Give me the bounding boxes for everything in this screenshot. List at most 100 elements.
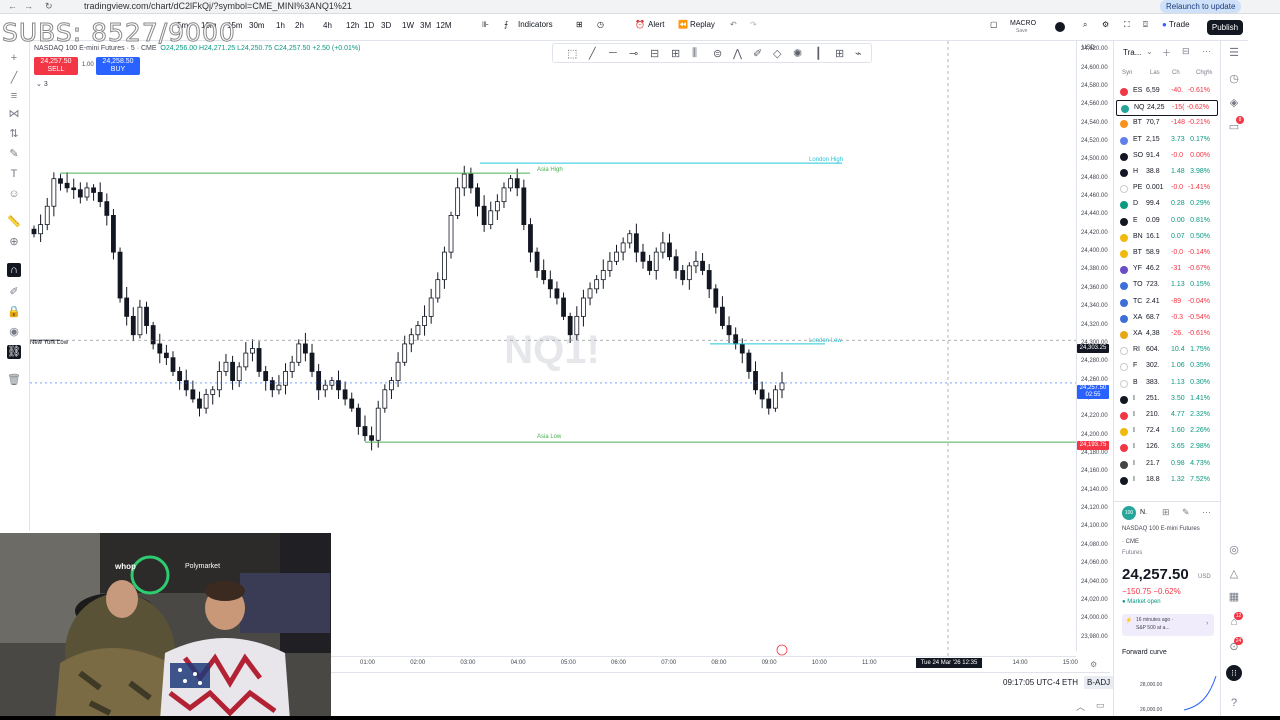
layout-name[interactable]: MACRO xyxy=(1010,20,1036,27)
brush-icon[interactable]: ✎ xyxy=(7,147,21,161)
watchlist-row[interactable]: SO 91.4 -0.0 0.00% xyxy=(1116,149,1218,165)
text-icon[interactable]: T xyxy=(7,167,21,181)
maximize-icon[interactable]: ▭ xyxy=(1096,700,1105,711)
calendar-icon[interactable]: ▦ xyxy=(1227,590,1241,604)
col-chg[interactable]: Ch xyxy=(1172,70,1180,76)
watchlist-row[interactable]: D 99.4 0.28 0.29% xyxy=(1116,197,1218,213)
help-icon[interactable]: ? xyxy=(1227,696,1241,710)
crosshair-icon[interactable]: + xyxy=(7,51,21,65)
indicators-icon[interactable]: ⨍ xyxy=(504,20,508,29)
settings-tool-icon[interactable]: ✺ xyxy=(793,47,802,60)
watchlist-title[interactable]: Tra... xyxy=(1123,48,1141,57)
timeframe-4h[interactable]: 4h xyxy=(323,21,332,30)
trade-button[interactable]: ● Trade xyxy=(1162,20,1190,29)
collapse-up-icon[interactable]: ︿ xyxy=(1076,700,1085,713)
indicators-button[interactable]: Indicators xyxy=(518,20,553,29)
search-icon[interactable]: ⌕ xyxy=(1083,20,1087,30)
watchlist-row[interactable]: XA 4,38 -26. -0.61% xyxy=(1116,327,1218,343)
reload-icon[interactable]: ↻ xyxy=(45,1,53,12)
watchlist-row[interactable]: I 72.4 1.60 2.26% xyxy=(1116,424,1218,440)
timeframe-30m[interactable]: 30m xyxy=(249,21,265,30)
alert-button[interactable]: Alert xyxy=(648,20,664,29)
alerts-clock-icon[interactable]: ◷ xyxy=(1227,72,1241,86)
trendline-icon[interactable]: ╱ xyxy=(7,71,21,85)
detail-layout-icon[interactable]: ⊞ xyxy=(1162,507,1170,518)
timeframe-12M[interactable]: 12M xyxy=(436,21,452,30)
url-field[interactable]: tradingview.com/chart/dC2lFkQj/?symbol=C… xyxy=(84,1,352,11)
ray-tool-icon[interactable]: ─ xyxy=(609,47,617,59)
replay-button[interactable]: Replay xyxy=(690,20,715,29)
watchlist-row[interactable]: H 38.8 1.48 3.98% xyxy=(1116,165,1218,181)
alarm-icon[interactable]: ⏰ xyxy=(635,20,645,29)
detail-more-icon[interactable]: ⋯ xyxy=(1202,507,1211,518)
watchlist-more-icon[interactable]: ⋯ xyxy=(1202,46,1211,57)
layout-icon[interactable]: ⊞ xyxy=(576,20,583,29)
redo-icon[interactable]: ↷ xyxy=(750,20,757,29)
arrow-tool-icon[interactable]: ⌁ xyxy=(855,47,862,60)
detail-edit-icon[interactable]: ✎ xyxy=(1182,507,1190,518)
add-symbol-icon[interactable]: ＋ xyxy=(1162,46,1171,59)
watchlist-row[interactable]: BT 70,7 -148 -0.21% xyxy=(1116,116,1218,132)
chart-type-icon[interactable]: ⊪ xyxy=(482,20,489,29)
pattern-icon[interactable]: ⋈ xyxy=(7,107,21,121)
watchlist-row[interactable]: I 210. 4.77 2.32% xyxy=(1116,408,1218,424)
alert-bell-icon[interactable]: ◷ xyxy=(597,20,604,29)
watchlist-row[interactable]: ET 2,15 3.73 0.17% xyxy=(1116,133,1218,149)
fib-tool-icon[interactable]: ⊞ xyxy=(671,47,680,60)
watchlist-layout-icon[interactable]: ⊟ xyxy=(1182,46,1190,57)
forward-curve-title[interactable]: Forward curve xyxy=(1122,649,1167,656)
watchlist-row[interactable]: I 251. 3.50 1.41% xyxy=(1116,392,1218,408)
detail-symbol[interactable]: N. xyxy=(1140,509,1147,516)
measure-tool-icon[interactable]: ⫼ xyxy=(692,47,697,60)
pattern-tool-icon[interactable]: ⋀ xyxy=(733,47,742,60)
eye-icon[interactable]: ◉ xyxy=(7,325,21,339)
zoom-icon[interactable]: ⊕ xyxy=(7,235,21,249)
watchlist-row[interactable]: I 18.8 1.32 7.52% xyxy=(1116,473,1218,489)
settings-small-icon[interactable]: ⚙ xyxy=(1090,660,1097,669)
watchlist-row[interactable]: B 383. 1.13 0.30% xyxy=(1116,376,1218,392)
watchlist-row[interactable]: I 21.7 0.98 4.73% xyxy=(1116,457,1218,473)
magnet-icon[interactable]: ∩ xyxy=(7,263,21,277)
watchlist-row[interactable]: TO 723. 1.13 0.15% xyxy=(1116,278,1218,294)
emoji-icon[interactable]: ☺ xyxy=(7,187,21,201)
grid-tool-icon[interactable]: ⊞ xyxy=(835,47,844,60)
shape-tool-icon[interactable]: ◇ xyxy=(773,47,781,60)
target-icon[interactable]: ◎ xyxy=(1227,543,1241,557)
timeframe-1W[interactable]: 1W xyxy=(402,21,414,30)
watchlist-row[interactable]: BN 16.1 0.07 0.50% xyxy=(1116,230,1218,246)
ruler-icon[interactable]: 📏 xyxy=(7,215,21,229)
forecast-icon[interactable]: ⇅ xyxy=(7,127,21,141)
brush-tool-icon[interactable]: ✐ xyxy=(753,47,762,60)
camera-icon[interactable]: ⌼ xyxy=(1143,20,1148,30)
watchlist-row[interactable]: NQ 24,25 -15(-0.62% xyxy=(1116,100,1218,117)
trash-icon[interactable]: 🗑 xyxy=(7,373,21,387)
col-last[interactable]: Las xyxy=(1150,70,1160,76)
watchlist-row[interactable]: YF 46.2 -31 -0.67% xyxy=(1116,262,1218,278)
relaunch-button[interactable]: Relaunch to update xyxy=(1160,0,1242,13)
line-tool-icon[interactable]: ╱ xyxy=(589,47,596,60)
watchlist-toggle-icon[interactable]: ☰ xyxy=(1227,46,1241,60)
vline-tool-icon[interactable]: ┃ xyxy=(815,47,822,60)
account-icon[interactable] xyxy=(1055,22,1065,32)
hline-tool-icon[interactable]: ⊸ xyxy=(629,47,638,60)
apps-grid-icon[interactable]: ⁝⁝ xyxy=(1226,665,1242,681)
select-box-icon[interactable]: ⬚ xyxy=(567,47,577,60)
watchlist-row[interactable]: XA 68.7 -0.3 -0.54% xyxy=(1116,311,1218,327)
timeframe-12h[interactable]: 12h xyxy=(346,21,359,30)
watchlist-row[interactable]: BT 58.9 -0.0 -0.14% xyxy=(1116,246,1218,262)
timeframe-2h[interactable]: 2h xyxy=(295,21,304,30)
watchlist-row[interactable]: F 302. 1.06 0.35% xyxy=(1116,359,1218,375)
fullscreen-icon[interactable]: ⛶ xyxy=(1124,20,1130,30)
gann-tool-icon[interactable]: ⊜ xyxy=(713,47,722,60)
timeframe-1D[interactable]: 1D xyxy=(364,21,374,30)
lock-icon[interactable]: 🔒 xyxy=(7,305,21,319)
session-toggle[interactable]: ETH xyxy=(1062,678,1078,687)
timeframe-3D[interactable]: 3D xyxy=(381,21,391,30)
bell-icon[interactable]: △ xyxy=(1227,567,1241,581)
timeframe-1h[interactable]: 1h xyxy=(276,21,285,30)
channel-tool-icon[interactable]: ⊟ xyxy=(650,47,659,60)
timeframe-3M[interactable]: 3M xyxy=(420,21,431,30)
adjustment-toggle[interactable]: B-ADJ xyxy=(1084,676,1114,689)
watchlist-row[interactable]: TC 2.41 -89 -0.04% xyxy=(1116,295,1218,311)
watchlist-row[interactable]: ES 6,59 -40. -0.61% xyxy=(1116,84,1218,100)
